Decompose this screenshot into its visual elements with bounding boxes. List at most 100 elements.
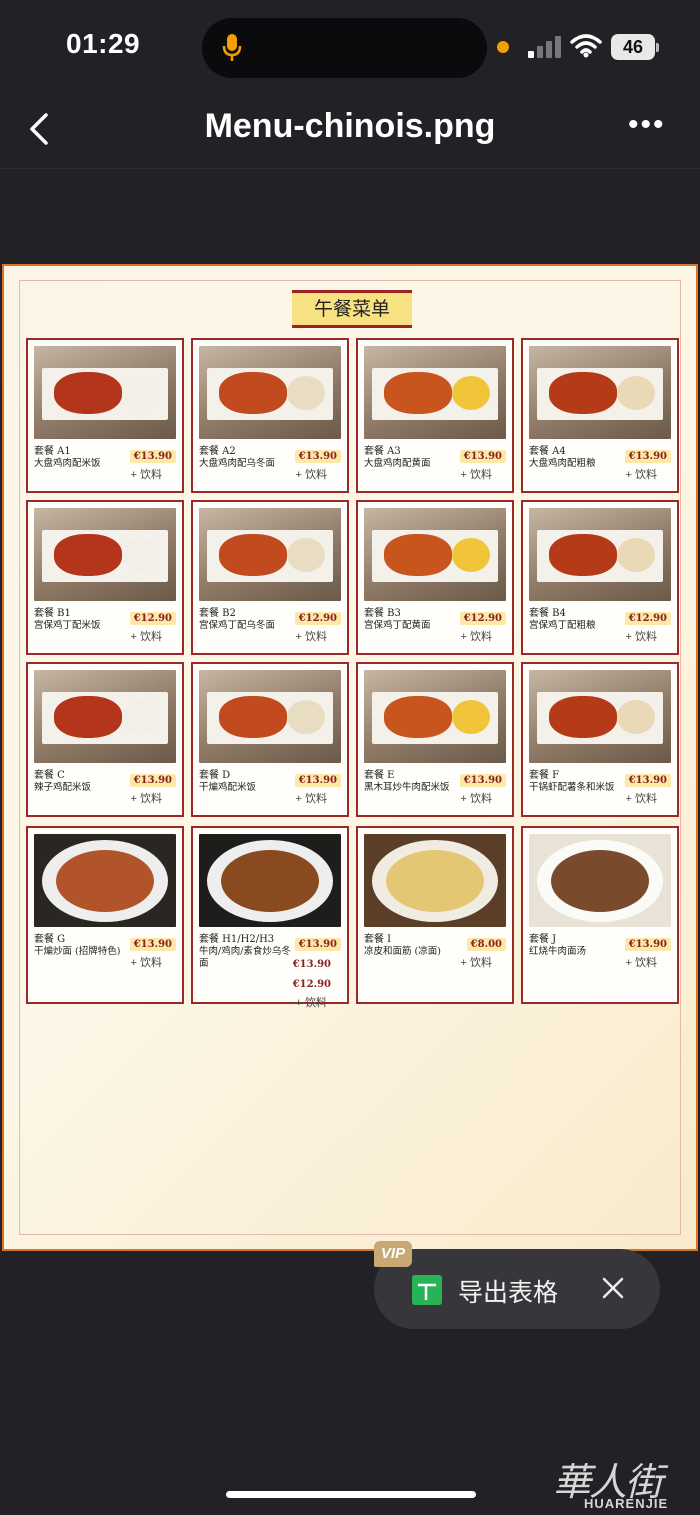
clock: 01:29 bbox=[66, 28, 141, 59]
dish-photo bbox=[199, 834, 341, 927]
recording-indicator-icon bbox=[497, 41, 509, 53]
dish-photo bbox=[34, 508, 176, 601]
menu-item-name: 宫保鸡丁配黄面 bbox=[364, 620, 431, 631]
menu-item-price: €13.90 bbox=[129, 450, 176, 463]
dish-photo bbox=[529, 670, 671, 763]
menu-card: 套餐 B4 宫保鸡丁配粗粮 €12.90 + 饮料 bbox=[521, 500, 679, 655]
watermark-text: HUARENJIE bbox=[584, 1496, 669, 1511]
menu-item-price: €8.00 bbox=[466, 938, 506, 951]
menu-item-name: 干煸炒面 (招牌特色) bbox=[34, 946, 121, 957]
menu-item-name: 宫保鸡丁配米饭 bbox=[34, 620, 101, 631]
dish-photo bbox=[34, 834, 176, 927]
dish-photo bbox=[199, 670, 341, 763]
menu-item-drink: + 饮料 bbox=[625, 793, 657, 805]
menu-card: 套餐 D 干煸鸡配米饭 €13.90 + 饮料 bbox=[191, 662, 349, 817]
menu-card: 套餐 C 辣子鸡配米饭 €13.90 + 饮料 bbox=[26, 662, 184, 817]
menu-item-price: €13.90 bbox=[129, 774, 176, 787]
menu-item-name: 宫保鸡丁配粗粮 bbox=[529, 620, 596, 631]
menu-item-code: 套餐 B2 bbox=[199, 608, 236, 619]
home-indicator[interactable] bbox=[226, 1491, 476, 1498]
menu-card: 套餐 A3 大盘鸡肉配黄面 €13.90 + 饮料 bbox=[356, 338, 514, 493]
menu-item-name: 凉皮和面筋 (凉面) bbox=[364, 946, 441, 957]
menu-item-name: 牛肉/鸡肉/素食炒乌冬面 bbox=[199, 946, 291, 969]
menu-item-drink: + 饮料 bbox=[130, 957, 162, 969]
menu-item-drink: + 饮料 bbox=[295, 469, 327, 481]
menu-item-code: 套餐 E bbox=[364, 770, 395, 781]
menu-item-drink: + 饮料 bbox=[625, 631, 657, 643]
menu-card: 套餐 B1 宫保鸡丁配米饭 €12.90 + 饮料 bbox=[26, 500, 184, 655]
dynamic-island bbox=[202, 18, 487, 78]
dish-photo bbox=[34, 670, 176, 763]
menu-item-code: 套餐 G bbox=[34, 934, 66, 945]
menu-item-code: 套餐 H1/H2/H3 bbox=[199, 934, 275, 945]
menu-item-name: 大盘鸡肉配黄面 bbox=[364, 458, 431, 469]
menu-item-code: 套餐 D bbox=[199, 770, 231, 781]
spreadsheet-icon bbox=[412, 1275, 442, 1305]
menu-item-drink: + 饮料 bbox=[625, 957, 657, 969]
battery-indicator: 46 bbox=[611, 34, 655, 60]
menu-item-price: €13.90 bbox=[459, 774, 506, 787]
dish-photo bbox=[199, 346, 341, 439]
menu-item-price: €12.90 bbox=[459, 612, 506, 625]
menu-card: 套餐 A1 大盘鸡肉配米饭 €13.90 + 饮料 bbox=[26, 338, 184, 493]
export-table-toast[interactable]: 导出表格 bbox=[374, 1249, 660, 1329]
menu-item-code: 套餐 I bbox=[364, 934, 392, 945]
menu-item-code: 套餐 A1 bbox=[34, 446, 71, 457]
menu-item-name: 大盘鸡肉配粗粮 bbox=[529, 458, 596, 469]
menu-card: 套餐 F 干锅虾配薯条和米饭 €13.90 + 饮料 bbox=[521, 662, 679, 817]
menu-item-drink: + 饮料 bbox=[130, 793, 162, 805]
dish-photo bbox=[529, 508, 671, 601]
menu-item-code: 套餐 B3 bbox=[364, 608, 401, 619]
dish-photo bbox=[364, 508, 506, 601]
menu-item-drink: + 饮料 bbox=[130, 631, 162, 643]
wifi-icon bbox=[570, 34, 602, 58]
menu-item-code: 套餐 C bbox=[34, 770, 65, 781]
menu-item-price: €13.90 bbox=[624, 450, 671, 463]
menu-item-name: 黑木耳炒牛肉配米饭 bbox=[364, 782, 450, 793]
battery-nub bbox=[656, 43, 659, 52]
menu-item-price: €13.90 bbox=[294, 938, 341, 951]
menu-card: 套餐 E 黑木耳炒牛肉配米饭 €13.90 + 饮料 bbox=[356, 662, 514, 817]
menu-item-drink: + 饮料 bbox=[460, 469, 492, 481]
microphone-icon bbox=[222, 34, 242, 61]
menu-item-name: 辣子鸡配米饭 bbox=[34, 782, 92, 793]
menu-item-name: 大盘鸡肉配乌冬面 bbox=[199, 458, 276, 469]
menu-item-price: €13.90 bbox=[294, 774, 341, 787]
menu-item-name: 大盘鸡肉配米饭 bbox=[34, 458, 101, 469]
menu-item-name: 干锅虾配薯条和米饭 bbox=[529, 782, 615, 793]
vip-badge: VIP bbox=[374, 1241, 412, 1267]
menu-item-name: 红烧牛肉面汤 bbox=[529, 946, 587, 957]
dish-photo bbox=[529, 346, 671, 439]
dish-photo bbox=[364, 346, 506, 439]
menu-item-code: 套餐 F bbox=[529, 770, 560, 781]
dish-photo bbox=[34, 346, 176, 439]
menu-item-drink: + 饮料 bbox=[460, 631, 492, 643]
menu-card: 套餐 B3 宫保鸡丁配黄面 €12.90 + 饮料 bbox=[356, 500, 514, 655]
menu-item-price: €13.90 bbox=[624, 774, 671, 787]
menu-card: 套餐 I 凉皮和面筋 (凉面) €8.00 + 饮料 bbox=[356, 826, 514, 1004]
dish-photo bbox=[529, 834, 671, 927]
menu-card: 套餐 B2 宫保鸡丁配乌冬面 €12.90 + 饮料 bbox=[191, 500, 349, 655]
close-icon[interactable] bbox=[600, 1275, 626, 1301]
menu-item-code: 套餐 A4 bbox=[529, 446, 566, 457]
menu-image[interactable]: 午餐菜单 套餐 A1 大盘鸡肉配米饭 €13.90 + 饮料 套餐 A2 大盘鸡肉配乌冬面… bbox=[2, 264, 698, 1251]
menu-item-code: 套餐 B1 bbox=[34, 608, 71, 619]
menu-heading: 午餐菜单 bbox=[292, 290, 412, 328]
menu-item-price: €12.90 bbox=[129, 612, 176, 625]
menu-card: 套餐 A2 大盘鸡肉配乌冬面 €13.90 + 饮料 bbox=[191, 338, 349, 493]
menu-item-price: €12.90 bbox=[624, 612, 671, 625]
cellular-signal-icon bbox=[528, 36, 561, 58]
menu-item-price: €13.90 bbox=[129, 938, 176, 951]
menu-item-price: €13.90 bbox=[624, 938, 671, 951]
menu-item-code: 套餐 J bbox=[529, 934, 557, 945]
menu-card: 套餐 A4 大盘鸡肉配粗粮 €13.90 + 饮料 bbox=[521, 338, 679, 493]
export-table-label[interactable]: 导出表格 bbox=[458, 1273, 558, 1309]
more-options-icon[interactable]: ••• bbox=[628, 110, 668, 140]
menu-item-drink: + 饮料 bbox=[295, 793, 327, 805]
menu-item-price: €13.90 bbox=[459, 450, 506, 463]
menu-item-drink: + 饮料 bbox=[625, 469, 657, 481]
menu-item-drink: + 饮料 bbox=[460, 957, 492, 969]
status-bar: 01:29 46 bbox=[0, 0, 700, 95]
menu-item-drink: + 饮料 bbox=[460, 793, 492, 805]
menu-item-price: €12.90 bbox=[294, 612, 341, 625]
